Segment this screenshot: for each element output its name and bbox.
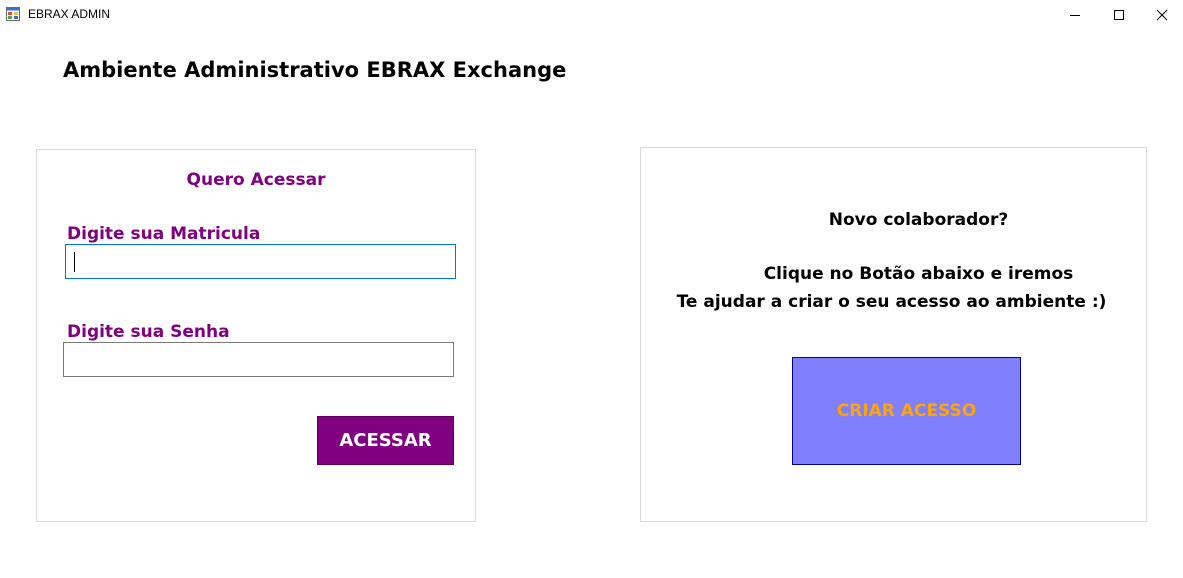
new-user-instruction-line2: Te ajudar a criar o seu acesso ao ambien… [676, 292, 1107, 312]
text-caret [74, 252, 75, 272]
close-icon [1156, 9, 1168, 21]
close-button[interactable] [1139, 0, 1183, 30]
senha-label: Digite sua Senha [67, 322, 230, 342]
matricula-label: Digite sua Matricula [67, 224, 261, 244]
new-user-instruction-line1: Clique no Botão abaixo e iremos [763, 264, 1074, 284]
window-title: EBRAX ADMIN [28, 7, 111, 21]
minimize-icon [1070, 15, 1080, 16]
senha-input[interactable] [63, 342, 454, 377]
new-user-question: Novo colaborador? [828, 210, 1009, 230]
login-title: Quero Acessar [186, 170, 326, 190]
acessar-button[interactable]: ACESSAR [317, 416, 454, 465]
login-panel: Quero Acessar Digite sua Matricula Digit… [36, 149, 476, 522]
app-window-icon [6, 7, 20, 21]
criar-acesso-button[interactable]: CRIAR ACESSO [792, 357, 1021, 465]
new-user-panel: Novo colaborador? Clique no Botão abaixo… [640, 147, 1147, 522]
page-title: Ambiente Administrativo EBRAX Exchange [63, 58, 567, 82]
matricula-input[interactable] [65, 244, 456, 279]
window-titlebar: EBRAX ADMIN [0, 0, 1183, 30]
maximize-icon [1114, 10, 1124, 20]
minimize-button[interactable] [1052, 0, 1098, 30]
maximize-button[interactable] [1096, 0, 1142, 30]
